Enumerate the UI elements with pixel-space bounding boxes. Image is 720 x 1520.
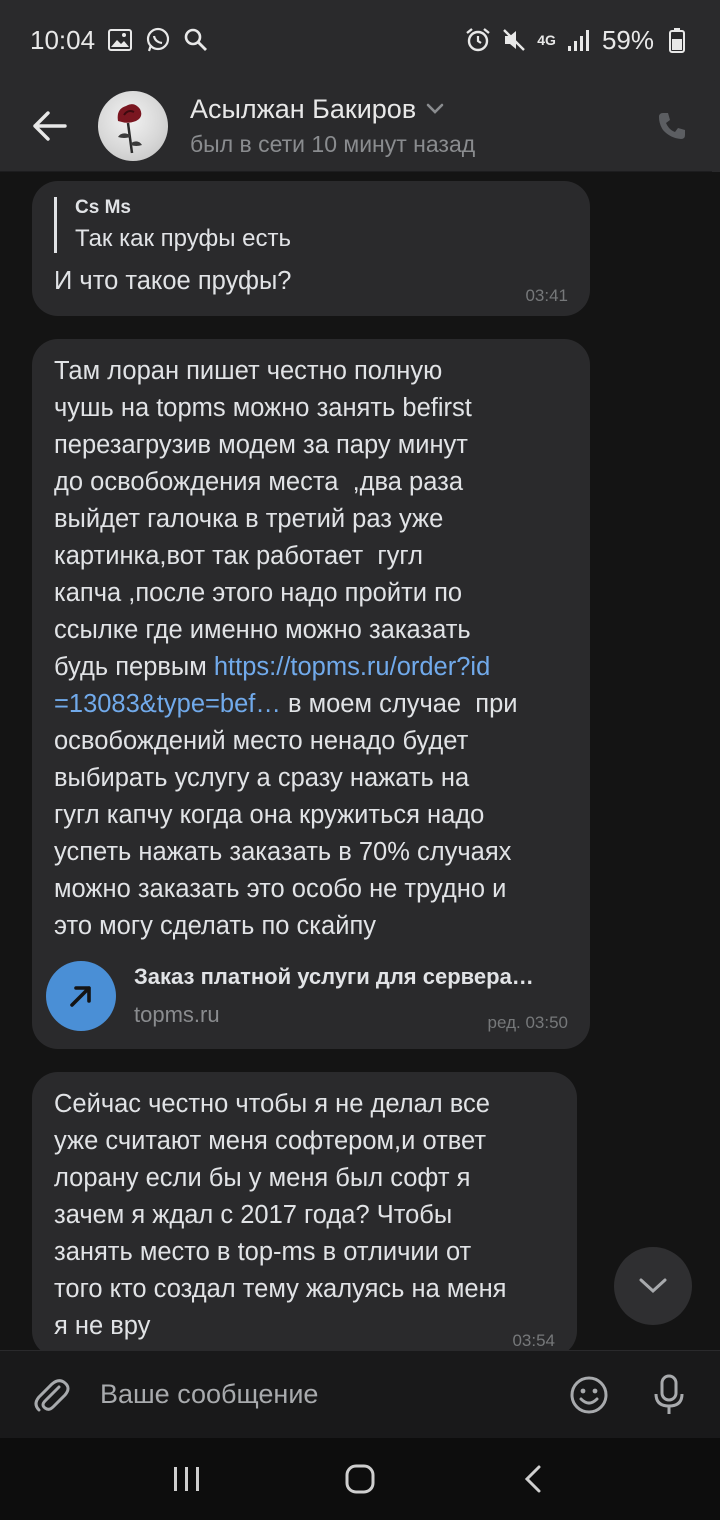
battery-icon	[664, 27, 690, 53]
message-time: 03:54	[512, 1331, 555, 1350]
message-time: ред. 03:50	[487, 1013, 568, 1032]
recent-apps-icon	[173, 1467, 199, 1491]
home-button[interactable]	[330, 1449, 390, 1509]
message-bubble[interactable]: Там лоран пишет честно полную чушь на to…	[32, 339, 590, 1049]
phone-icon	[659, 112, 685, 139]
snippet-domain: topms.ru	[134, 1002, 220, 1027]
recent-apps-button[interactable]	[157, 1449, 217, 1509]
attach-button[interactable]	[26, 1370, 76, 1420]
alarm-icon	[465, 27, 491, 53]
contact-name: Асылжан Бакиров	[190, 93, 417, 124]
signal-icon	[566, 27, 592, 53]
reply-text: Так как пруфы есть	[75, 225, 291, 252]
mute-icon	[501, 27, 527, 53]
contact-info[interactable]: Асылжан Бакиров был в сети 10 минут наза…	[190, 94, 475, 158]
message-bubble[interactable]: Cs Ms Так как пруфы есть И что такое пру…	[32, 181, 590, 316]
scroll-down-button[interactable]	[614, 1247, 692, 1325]
battery-percent: 59%	[601, 24, 654, 55]
message-composer	[0, 1350, 720, 1438]
contact-name-row: Асылжан Бакиров	[190, 94, 475, 125]
back-chevron-icon	[525, 1465, 541, 1493]
contact-status: был в сети 10 минут назад	[190, 130, 476, 157]
message-text-part: Там лоран пишет честно полную чушь на to…	[54, 357, 472, 681]
message-text: И что такое пруфы?	[54, 267, 292, 295]
whatsapp-icon	[145, 27, 171, 53]
arrow-up-right-icon	[70, 986, 91, 1007]
status-bar: 10:04 4G 59%	[0, 0, 720, 80]
link-snippet[interactable]: Заказ платной услуги для сервера… topms.…	[46, 961, 534, 1031]
emoji-icon	[570, 1376, 608, 1413]
back-button[interactable]	[18, 94, 82, 158]
network-type: 4G	[537, 32, 556, 48]
status-time: 10:04	[30, 24, 96, 55]
rose-image-icon	[117, 103, 142, 153]
status-right: 4G 59%	[465, 25, 690, 56]
message-text: Сейчас честно чтобы я не делал все уже с…	[54, 1090, 507, 1340]
call-button[interactable]	[650, 104, 694, 148]
back-arrow-icon	[33, 110, 67, 141]
snippet-title: Заказ платной услуги для сервера…	[134, 964, 534, 989]
system-nav-bar	[0, 1438, 720, 1520]
emoji-button[interactable]	[566, 1372, 612, 1418]
back-nav-button[interactable]	[503, 1449, 563, 1509]
paperclip-icon	[34, 1378, 70, 1411]
search-icon	[183, 27, 209, 53]
message-bubble[interactable]: Сейчас честно чтобы я не делал все уже с…	[32, 1072, 577, 1350]
snippet-icon-circle	[46, 961, 116, 1031]
message-text-part: в моем случае при освобождений место нен…	[54, 690, 518, 940]
chevron-down-icon	[426, 103, 444, 114]
reply-author: Cs Ms	[75, 197, 131, 218]
chevron-down-icon	[639, 1278, 667, 1294]
message-time: 03:41	[525, 286, 568, 305]
gallery-icon	[107, 27, 133, 53]
home-icon	[345, 1464, 375, 1494]
message-input[interactable]	[100, 1369, 530, 1420]
chat-header: Асылжан Бакиров был в сети 10 минут наза…	[0, 80, 720, 172]
voice-message-button[interactable]	[646, 1372, 692, 1418]
avatar[interactable]	[98, 90, 168, 161]
message-text: Там лоран пишет честно полную чушь на to…	[54, 353, 568, 945]
status-left: 10:04	[30, 25, 209, 56]
microphone-icon	[654, 1374, 684, 1414]
reply-quote[interactable]: Cs Ms Так как пруфы есть	[54, 197, 568, 253]
message-list[interactable]: Cs Ms Так как пруфы есть И что такое пру…	[0, 172, 720, 1350]
snippet-text: Заказ платной услуги для сервера… topms.…	[134, 964, 534, 1028]
